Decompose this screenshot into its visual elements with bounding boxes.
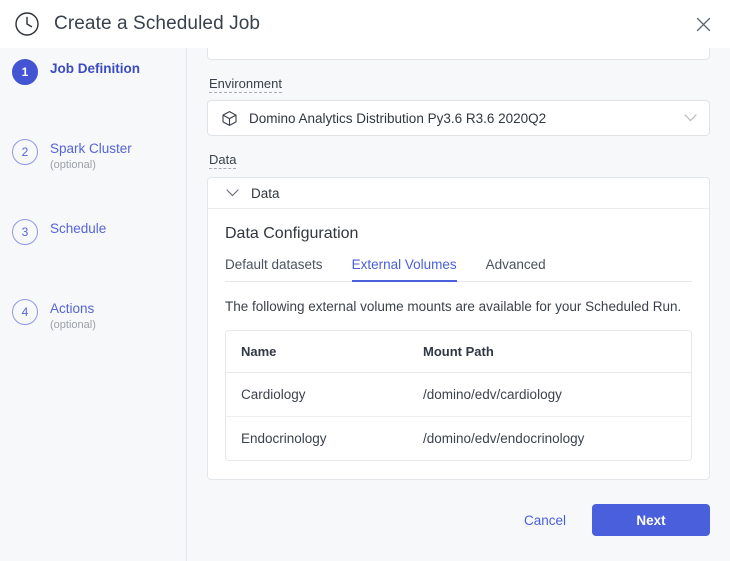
sidebar-item-sublabel: (optional) [50, 318, 96, 333]
data-configuration-title: Data Configuration [225, 225, 692, 243]
sidebar-item-job-definition[interactable]: 1 Job Definition [0, 58, 186, 138]
column-header-mount-path: Mount Path [408, 331, 691, 373]
table-header-row: Name Mount Path [226, 331, 691, 373]
step-number-badge: 3 [12, 219, 38, 245]
environment-selected-value: Domino Analytics Distribution Py3.6 R3.6… [249, 111, 684, 126]
data-config-tabs: Default datasets External Volumes Advanc… [225, 257, 692, 282]
sidebar-item-label: Spark Cluster [50, 140, 132, 157]
wizard-sidebar: 1 Job Definition 2 Spark Cluster (option… [0, 48, 187, 561]
data-panel-body: Data Configuration Default datasets Exte… [208, 209, 709, 479]
data-panel: Data Data Configuration Default datasets… [207, 177, 710, 480]
external-volumes-description: The following external volume mounts are… [225, 299, 692, 314]
next-button[interactable]: Next [592, 504, 710, 536]
table-row: Cardiology /domino/edv/cardiology [226, 373, 691, 417]
sidebar-item-label: Actions [50, 300, 96, 317]
sidebar-item-sublabel: (optional) [50, 158, 132, 173]
sidebar-item-actions[interactable]: 4 Actions (optional) [0, 298, 186, 378]
data-panel-header[interactable]: Data [208, 178, 709, 209]
step-text: Actions (optional) [50, 298, 96, 333]
modal-body: 1 Job Definition 2 Spark Cluster (option… [0, 48, 730, 561]
scroll-area: Environment Domino Analytics Distributio… [187, 48, 730, 493]
cell-volume-name: Endocrinology [226, 417, 408, 460]
environment-label: Environment [209, 76, 282, 93]
tab-external-volumes[interactable]: External Volumes [352, 257, 457, 281]
external-volumes-table: Name Mount Path Cardiology /domino/edv/c… [225, 330, 692, 461]
environment-select[interactable]: Domino Analytics Distribution Py3.6 R3.6… [207, 100, 710, 136]
step-text: Job Definition [50, 58, 140, 77]
cancel-button[interactable]: Cancel [508, 505, 582, 536]
sidebar-item-label: Job Definition [50, 60, 140, 77]
sidebar-item-schedule[interactable]: 3 Schedule [0, 218, 186, 298]
sidebar-item-label: Schedule [50, 220, 106, 237]
sidebar-item-spark-cluster[interactable]: 2 Spark Cluster (optional) [0, 138, 186, 218]
wizard-main-panel: Environment Domino Analytics Distributio… [187, 48, 730, 561]
cell-volume-name: Cardiology [226, 373, 408, 417]
modal-header: Create a Scheduled Job [0, 0, 730, 48]
cube-icon [221, 110, 238, 127]
column-header-name: Name [226, 331, 408, 373]
tab-advanced[interactable]: Advanced [486, 257, 546, 281]
clipped-field-above[interactable] [207, 48, 710, 60]
step-number-badge: 4 [12, 299, 38, 325]
chevron-down-icon [684, 109, 697, 127]
close-icon[interactable] [690, 11, 716, 37]
table-row: Endocrinology /domino/edv/endocrinology [226, 417, 691, 460]
create-scheduled-job-modal: Create a Scheduled Job 1 Job Definition … [0, 0, 730, 561]
step-number-badge: 1 [12, 59, 38, 85]
clock-icon [14, 11, 40, 37]
step-text: Schedule [50, 218, 106, 237]
tab-default-datasets[interactable]: Default datasets [225, 257, 323, 281]
step-number-badge: 2 [12, 139, 38, 165]
modal-footer: Cancel Next [187, 493, 730, 561]
step-text: Spark Cluster (optional) [50, 138, 132, 173]
data-panel-title: Data [251, 186, 280, 201]
cell-mount-path: /domino/edv/endocrinology [408, 417, 691, 460]
page-title: Create a Scheduled Job [54, 13, 260, 35]
chevron-down-icon [226, 184, 239, 202]
data-label: Data [209, 152, 236, 169]
cell-mount-path: /domino/edv/cardiology [408, 373, 691, 417]
